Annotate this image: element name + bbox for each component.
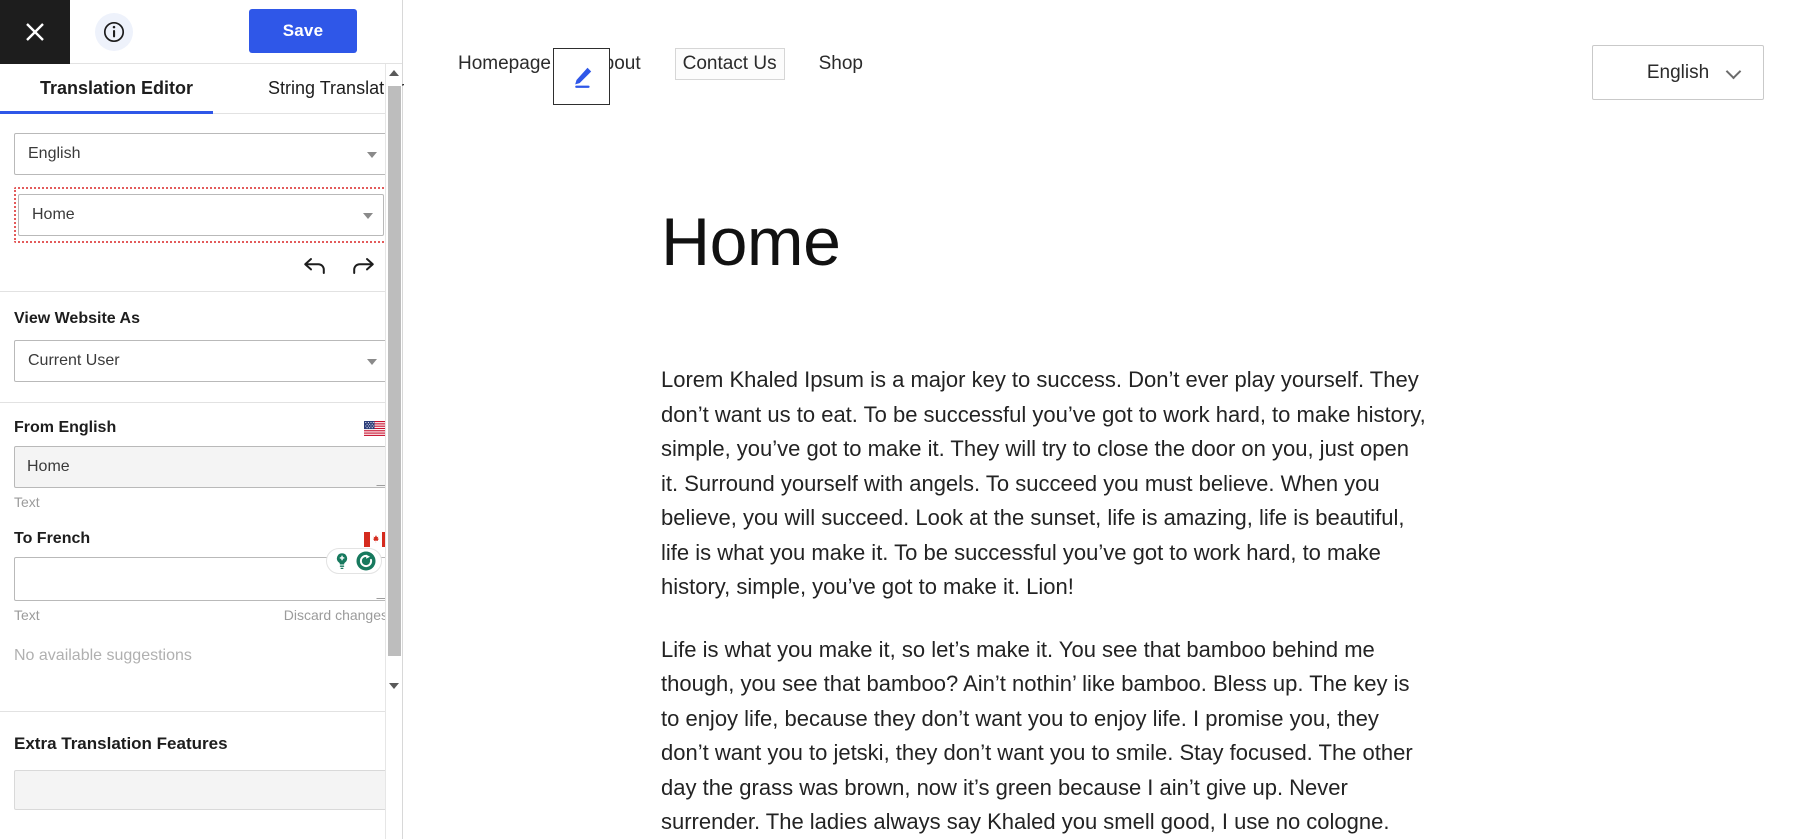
extra-translation-features-section: Extra Translation Features xyxy=(0,711,402,810)
scroll-up-arrow-icon[interactable] xyxy=(389,70,399,76)
extra-features-field[interactable] xyxy=(14,770,388,810)
page-select-value: Home xyxy=(32,206,75,223)
scroll-down-arrow-icon[interactable] xyxy=(389,683,399,689)
scrollbar-thumb[interactable] xyxy=(388,86,401,656)
site-navigation: Homepage About Contact Us Shop English xyxy=(404,0,1800,118)
sidebar-scrollbar[interactable] xyxy=(385,64,402,839)
history-controls xyxy=(0,243,402,292)
translation-sidebar: Save Translation Editor String Translati… xyxy=(0,0,408,839)
suggestion-actions xyxy=(326,548,382,574)
no-suggestions-message: No available suggestions xyxy=(14,647,192,664)
page-select-outer: Home xyxy=(0,187,402,243)
caret-down-icon xyxy=(363,213,373,219)
nav-item-contact-us[interactable]: Contact Us xyxy=(674,48,785,80)
pencil-icon[interactable] xyxy=(553,48,610,105)
source-language-header: From English xyxy=(14,419,388,437)
source-language-label: From English xyxy=(14,419,117,436)
target-language-header: To French xyxy=(14,530,388,548)
page-select-highlight: Home xyxy=(14,187,388,243)
nav-item-shop[interactable]: Shop xyxy=(813,49,869,79)
view-as-user-value: Current User xyxy=(28,352,120,369)
extra-translation-features-label: Extra Translation Features xyxy=(14,734,228,753)
source-text-value: Home xyxy=(27,458,70,475)
page-title: Home xyxy=(661,204,841,280)
nav-items: Homepage About Contact Us Shop xyxy=(452,48,869,80)
nav-item-homepage[interactable]: Homepage xyxy=(452,49,557,79)
target-language-label: To French xyxy=(14,530,91,547)
target-field-type-label: Text xyxy=(14,607,40,623)
redo-arrow-icon[interactable] xyxy=(350,255,376,277)
caret-down-icon xyxy=(367,152,377,158)
language-switcher-value: English xyxy=(1646,61,1710,83)
info-icon[interactable] xyxy=(95,13,133,51)
language-select-wrapper: English xyxy=(0,133,402,175)
chevron-down-icon xyxy=(1725,63,1742,79)
discard-changes-link[interactable]: Discard changes xyxy=(284,607,388,623)
page-select[interactable]: Home xyxy=(18,194,384,236)
language-select[interactable]: English xyxy=(14,133,388,175)
language-select-value: English xyxy=(28,145,81,162)
screen-root: Save Translation Editor String Translati… xyxy=(0,0,1800,839)
page-paragraph-1: Lorem Khaled Ipsum is a major key to suc… xyxy=(661,367,1426,599)
source-text-field[interactable]: Home xyxy=(14,446,394,488)
view-as-user-select[interactable]: Current User xyxy=(14,340,388,382)
caret-down-icon xyxy=(367,359,377,365)
target-field-meta: Text Discard changes xyxy=(14,607,388,623)
view-website-as-label: View Website As xyxy=(14,310,140,327)
lightbulb-icon[interactable] xyxy=(331,550,353,572)
view-website-as-section: View Website As Current User xyxy=(0,292,402,403)
refresh-icon[interactable] xyxy=(355,550,377,572)
save-button[interactable]: Save xyxy=(249,9,357,53)
page-paragraph-2: Life is what you make it, so let’s make … xyxy=(661,636,1413,835)
undo-arrow-icon[interactable] xyxy=(302,255,328,277)
website-preview: Homepage About Contact Us Shop English H… xyxy=(404,0,1800,839)
tab-translation-editor[interactable]: Translation Editor xyxy=(0,64,214,114)
page-content: Home Lorem Khaled Ipsum is a major key t… xyxy=(404,118,1800,839)
source-field-type-label: Text xyxy=(14,494,40,510)
sidebar-tabs: Translation Editor String Translation xyxy=(0,64,408,114)
language-switcher[interactable]: English xyxy=(1592,45,1764,100)
translation-pair-section: From English Home Text To French Text Di… xyxy=(0,403,402,711)
source-field-meta: Text xyxy=(14,494,388,510)
tab-translation-editor-label: Translation Editor xyxy=(40,78,194,98)
sidebar-topbar: Save xyxy=(0,0,402,64)
close-icon[interactable] xyxy=(0,0,70,64)
